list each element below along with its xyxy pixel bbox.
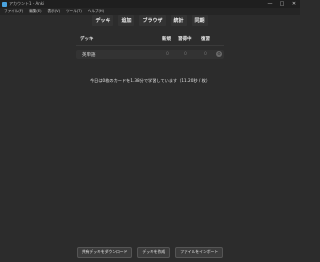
study-stats: 今日は0枚のカードを1.38分で学習しています（11.20秒 / 枚）	[89, 78, 211, 83]
deck-new-count: 0	[166, 52, 169, 57]
deck-due-count: 0	[204, 52, 207, 57]
sync-button[interactable]: 同期	[191, 14, 208, 26]
stats-button[interactable]: 統計	[170, 14, 187, 26]
main-toolbar: デッキ 追加 ブラウザ 統計 同期	[0, 14, 300, 26]
add-button[interactable]: 追加	[118, 14, 135, 26]
minimize-icon[interactable]: —	[264, 1, 276, 7]
anki-app-icon	[2, 1, 7, 7]
deck-name[interactable]: 英単語	[82, 52, 96, 58]
header-deck: デッキ	[80, 37, 94, 42]
close-icon[interactable]: ✕	[288, 1, 300, 7]
header-due: 復習	[201, 37, 210, 42]
gear-icon[interactable]: ⚙	[216, 51, 222, 57]
get-shared-button[interactable]: 共有デッキをダウンロード	[76, 246, 133, 258]
header-learning: 習得中	[178, 37, 192, 42]
deck-learning-count: 0	[184, 52, 187, 57]
header-divider	[76, 45, 224, 46]
header-new: 新規	[162, 37, 171, 42]
deck-row[interactable]: 英単語 0 0 0 ⚙	[76, 50, 224, 59]
decks-button[interactable]: デッキ	[92, 14, 114, 26]
create-deck-button[interactable]: デッキを作成	[137, 246, 171, 258]
window-title: アカウント1 - Anki	[9, 1, 45, 6]
bottom-bar: 共有デッキをダウンロード デッキを作成 ファイルをインポート	[0, 246, 300, 258]
maximize-icon[interactable]: □	[276, 1, 288, 7]
browse-button[interactable]: ブラウザ	[139, 14, 166, 26]
import-file-button[interactable]: ファイルをインポート	[175, 246, 224, 258]
deck-list: デッキ 新規 習得中 復習 英単語 0 0 0 ⚙	[76, 34, 224, 64]
title-bar: アカウント1 - Anki — □ ✕	[0, 0, 300, 8]
deck-list-header: デッキ 新規 習得中 復習	[76, 34, 224, 44]
window-controls: — □ ✕	[264, 1, 300, 7]
